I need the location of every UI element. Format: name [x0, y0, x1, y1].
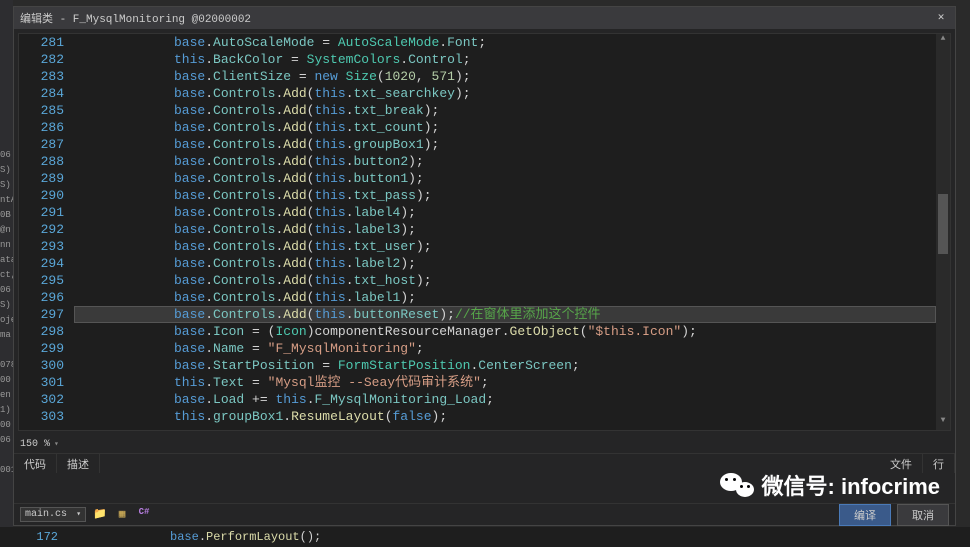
- background-gutter-fragment: 06S)S)ntA0B@nnnatact,06S)ojecma07800en1)…: [0, 0, 13, 547]
- tab-description[interactable]: 描述: [57, 454, 100, 473]
- zoom-dropdown-icon[interactable]: ▾: [54, 439, 59, 449]
- dialog-footer: main.cs 📁 ▦ C# 编译 取消: [14, 503, 955, 525]
- code-editor[interactable]: 2812822832842852862872882892902912922932…: [18, 33, 951, 431]
- code-line[interactable]: base.Controls.Add(this.label1);: [74, 289, 936, 306]
- code-line[interactable]: base.Controls.Add(this.button2);: [74, 153, 936, 170]
- line-number-gutter: 2812822832842852862872882892902912922932…: [19, 34, 74, 430]
- tab-code[interactable]: 代码: [14, 454, 57, 473]
- code-content[interactable]: base.AutoScaleMode = AutoScaleMode.Font;…: [74, 34, 936, 430]
- code-line[interactable]: base.StartPosition = FormStartPosition.C…: [74, 357, 936, 374]
- open-folder-icon[interactable]: 📁: [92, 507, 108, 523]
- code-line[interactable]: base.Controls.Add(this.label2);: [74, 255, 936, 272]
- code-line[interactable]: base.Icon = (Icon)componentResourceManag…: [74, 323, 936, 340]
- compile-button[interactable]: 编译: [839, 504, 891, 526]
- vertical-scrollbar[interactable]: ▲ ▼: [936, 34, 950, 430]
- code-line[interactable]: base.Controls.Add(this.txt_host);: [74, 272, 936, 289]
- code-line[interactable]: base.Controls.Add(this.groupBox1);: [74, 136, 936, 153]
- code-line[interactable]: base.Load += this.F_MysqlMonitoring_Load…: [74, 391, 936, 408]
- file-selector[interactable]: main.cs: [20, 507, 86, 522]
- code-line[interactable]: base.Controls.Add(this.label4);: [74, 204, 936, 221]
- code-line[interactable]: this.BackColor = SystemColors.Control;: [74, 51, 936, 68]
- close-icon[interactable]: ✕: [933, 10, 949, 26]
- bg-line-text: base.PerformLayout();: [70, 530, 321, 544]
- column-file[interactable]: 文件: [880, 454, 923, 473]
- cancel-button[interactable]: 取消: [897, 504, 949, 526]
- code-line[interactable]: base.Controls.Add(this.txt_pass);: [74, 187, 936, 204]
- titlebar: 编辑类 - F_MysqlMonitoring @02000002 ✕: [14, 7, 955, 29]
- code-line[interactable]: base.ClientSize = new Size(1020, 571);: [74, 68, 936, 85]
- zoom-level[interactable]: 150 %: [20, 439, 50, 450]
- code-line[interactable]: base.Controls.Add(this.label3);: [74, 221, 936, 238]
- scroll-thumb[interactable]: [938, 194, 948, 254]
- class-editor-dialog: 编辑类 - F_MysqlMonitoring @02000002 ✕ 2812…: [13, 6, 956, 526]
- tabs-row: 代码 描述 文件 行: [14, 453, 955, 473]
- code-line[interactable]: base.Controls.Add(this.button1);: [74, 170, 936, 187]
- save-icon[interactable]: ▦: [114, 507, 130, 523]
- background-editor-line: 172 base.PerformLayout();: [0, 527, 970, 547]
- code-line[interactable]: base.Controls.Add(this.txt_searchkey);: [74, 85, 936, 102]
- window-title: 编辑类 - F_MysqlMonitoring @02000002: [20, 10, 933, 26]
- code-line[interactable]: base.Controls.Add(this.txt_break);: [74, 102, 936, 119]
- bg-line-number: 172: [0, 530, 70, 544]
- code-line[interactable]: base.AutoScaleMode = AutoScaleMode.Font;: [74, 34, 936, 51]
- scroll-up-icon[interactable]: ▲: [936, 34, 950, 48]
- column-line[interactable]: 行: [923, 454, 955, 473]
- code-line[interactable]: base.Controls.Add(this.buttonReset);//在窗…: [74, 306, 936, 323]
- results-panel: [14, 473, 955, 503]
- csharp-icon[interactable]: C#: [136, 507, 152, 523]
- code-line[interactable]: base.Controls.Add(this.txt_count);: [74, 119, 936, 136]
- code-line[interactable]: base.Controls.Add(this.txt_user);: [74, 238, 936, 255]
- code-line[interactable]: base.Name = "F_MysqlMonitoring";: [74, 340, 936, 357]
- code-line[interactable]: this.groupBox1.ResumeLayout(false);: [74, 408, 936, 425]
- code-line[interactable]: this.Text = "Mysql监控 --Seay代码审计系统";: [74, 374, 936, 391]
- zoom-bar: 150 % ▾: [14, 435, 955, 453]
- scroll-down-icon[interactable]: ▼: [936, 416, 950, 430]
